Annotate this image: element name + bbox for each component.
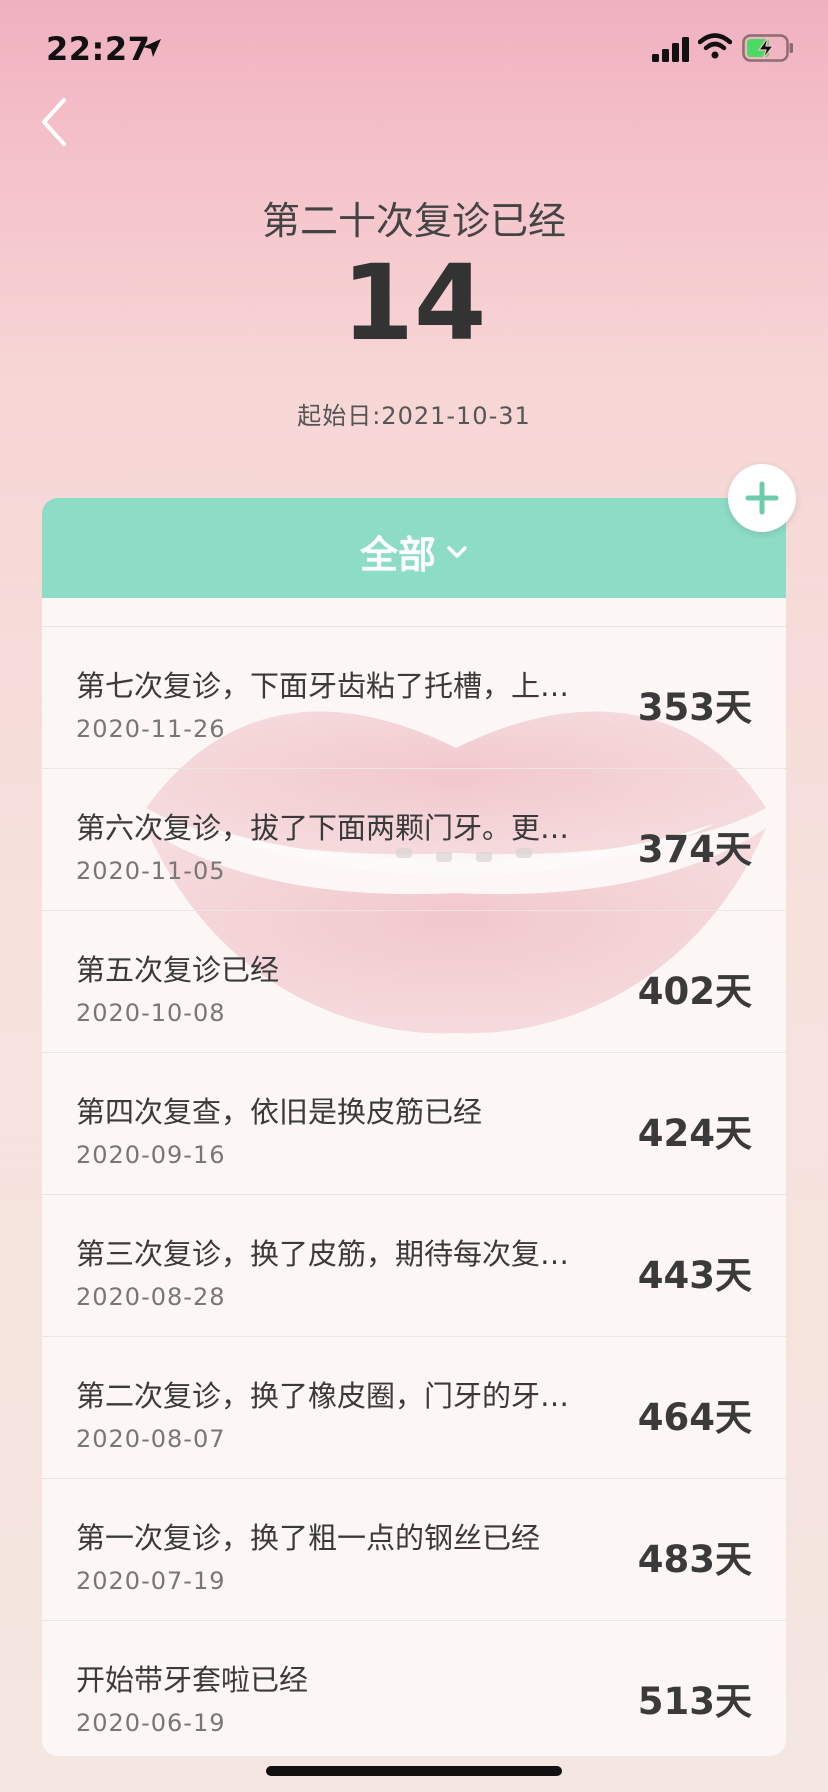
item-title: 第四次复查，依旧是换皮筋已经 — [76, 1095, 483, 1129]
list-item[interactable]: 第七次复诊，下面牙齿粘了托槽，上… 2020-11-26 353天 — [42, 626, 786, 768]
back-chevron-icon[interactable] — [34, 92, 86, 152]
list-item[interactable]: 第三次复诊，换了皮筋，期待每次复… 2020-08-28 443天 — [42, 1194, 786, 1336]
item-days: 464天 — [637, 1396, 752, 1439]
filter-label: 全部 — [359, 533, 436, 577]
day-count: 14 — [341, 242, 487, 364]
item-title: 第七次复诊，下面牙齿粘了托槽，上… — [76, 669, 570, 703]
item-date: 2020-08-28 — [76, 1283, 226, 1311]
home-indicator[interactable] — [266, 1766, 562, 1776]
item-date: 2020-06-19 — [76, 1709, 226, 1737]
status-bar: 22:27 — [0, 0, 828, 100]
item-date: 2020-10-08 — [76, 999, 226, 1027]
item-title: 第五次复诊已经 — [76, 953, 280, 987]
cellular-signal-icon — [652, 37, 689, 62]
list-item[interactable]: 第五次复诊已经 2020-10-08 402天 — [42, 910, 786, 1052]
item-title: 开始带牙套啦已经 — [76, 1663, 309, 1697]
item-title: 第一次复诊，换了粗一点的钢丝已经 — [76, 1521, 541, 1555]
item-days: 353天 — [637, 686, 752, 729]
item-date: 2020-08-07 — [76, 1425, 226, 1453]
list-item[interactable]: 第六次复诊，拔了下面两颗门牙。更… 2020-11-05 374天 — [42, 768, 786, 910]
list-item[interactable]: 开始带牙套啦已经 2020-06-19 513天 — [42, 1620, 786, 1756]
item-days: 374天 — [637, 828, 752, 871]
item-days: 424天 — [637, 1112, 752, 1155]
item-title: 第六次复诊，拔了下面两颗门牙。更… — [76, 811, 570, 845]
page-title: 第二十次复诊已经 — [261, 199, 566, 243]
start-date: 起始日:2021-10-31 — [297, 402, 531, 430]
item-date: 2020-09-16 — [76, 1141, 226, 1169]
item-days: 513天 — [637, 1680, 752, 1723]
item-date: 2020-11-26 — [76, 715, 226, 743]
item-days: 483天 — [637, 1538, 752, 1581]
filter-header[interactable]: 全部 — [42, 498, 786, 598]
plus-icon — [745, 481, 779, 515]
records-card: 全部 第七次复诊，下面牙齿粘了托槽，上… 2020-11-26 353天 第六次… — [42, 498, 786, 1756]
item-days: 402天 — [637, 970, 752, 1013]
item-title: 第二次复诊，换了橡皮圈，门牙的牙… — [76, 1379, 570, 1413]
wifi-icon — [698, 33, 732, 59]
list-item[interactable]: 第四次复查，依旧是换皮筋已经 2020-09-16 424天 — [42, 1052, 786, 1194]
list-item[interactable]: 第二次复诊，换了橡皮圈，门牙的牙… 2020-08-07 464天 — [42, 1336, 786, 1478]
battery-charging-icon — [742, 34, 793, 62]
records-list: 第七次复诊，下面牙齿粘了托槽，上… 2020-11-26 353天 第六次复诊，… — [42, 626, 786, 1756]
location-arrow-icon — [143, 39, 161, 57]
item-title: 第三次复诊，换了皮筋，期待每次复… — [76, 1237, 570, 1271]
item-date: 2020-11-05 — [76, 857, 226, 885]
item-date: 2020-07-19 — [76, 1567, 226, 1595]
list-item[interactable]: 第一次复诊，换了粗一点的钢丝已经 2020-07-19 483天 — [42, 1478, 786, 1620]
add-button[interactable] — [728, 464, 796, 532]
filter-dropdown[interactable]: 全部 — [42, 524, 786, 579]
status-time: 22:27 — [46, 30, 151, 68]
item-days: 443天 — [637, 1254, 752, 1297]
chevron-down-icon — [447, 545, 467, 558]
